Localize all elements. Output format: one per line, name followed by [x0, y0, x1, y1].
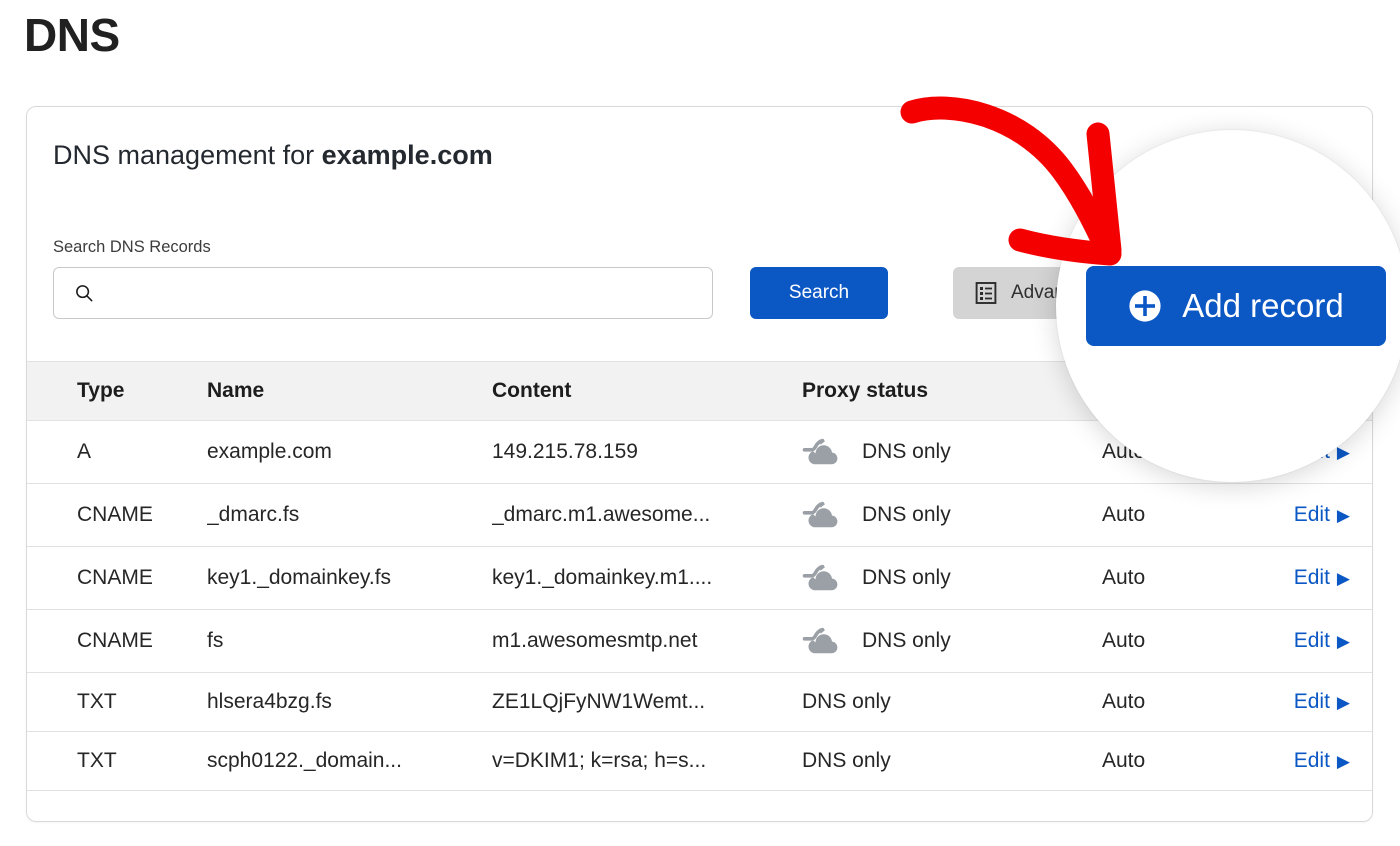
edit-link-label: Edit [1294, 503, 1330, 527]
edit-link-label: Edit [1294, 749, 1330, 773]
edit-record-link[interactable]: Edit ▶ [1294, 629, 1350, 653]
cell-content: v=DKIM1; k=rsa; h=s... [492, 732, 802, 791]
cell-actions: Edit ▶ [1267, 547, 1372, 610]
cell-content: 149.215.78.159 [492, 421, 802, 484]
proxy-status-label: DNS only [862, 629, 951, 653]
dns-page: DNS DNS management for example.com Searc… [0, 0, 1400, 846]
proxy-status-wrapper: DNS only [802, 749, 1102, 773]
cell-name: fs [207, 610, 492, 673]
cloud-dns-only-icon [802, 564, 844, 592]
proxy-status-label: DNS only [862, 503, 951, 527]
caret-right-icon: ▶ [1337, 507, 1350, 524]
cell-type: CNAME [27, 547, 207, 610]
proxy-status-wrapper: DNS only [802, 564, 1102, 592]
caret-right-icon: ▶ [1337, 444, 1350, 461]
proxy-status-wrapper: DNS only [802, 438, 1102, 466]
caret-right-icon: ▶ [1337, 633, 1350, 650]
cloud-dns-only-icon [802, 438, 844, 466]
cloud-dns-only-icon [802, 627, 844, 655]
cell-ttl: Auto [1102, 732, 1267, 791]
cell-ttl: Auto [1102, 610, 1267, 673]
cell-ttl: Auto [1102, 673, 1267, 732]
edit-link-label: Edit [1294, 690, 1330, 714]
search-input[interactable] [107, 282, 700, 304]
card-heading-prefix: DNS management for [53, 140, 322, 170]
cloud-dns-only-icon [802, 501, 844, 529]
add-record-magnified-label: Add record [1182, 287, 1343, 325]
proxy-status-label: DNS only [862, 440, 951, 464]
table-row[interactable]: TXTscph0122._domain...v=DKIM1; k=rsa; h=… [27, 732, 1372, 791]
search-button[interactable]: Search [750, 267, 888, 319]
cell-actions: Edit ▶ [1267, 673, 1372, 732]
edit-link-label: Edit [1294, 629, 1330, 653]
magnifier-bubble: Add record [1056, 130, 1400, 482]
cell-actions: Edit ▶ [1267, 732, 1372, 791]
column-header-type[interactable]: Type [27, 362, 207, 421]
cell-type: CNAME [27, 610, 207, 673]
page-title: DNS [24, 8, 120, 63]
cell-name: scph0122._domain... [207, 732, 492, 791]
search-icon [73, 282, 95, 304]
cell-name: key1._domainkey.fs [207, 547, 492, 610]
cell-type: CNAME [27, 484, 207, 547]
table-row[interactable]: CNAMEkey1._domainkey.fskey1._domainkey.m… [27, 547, 1372, 610]
column-header-content[interactable]: Content [492, 362, 802, 421]
caret-right-icon: ▶ [1337, 694, 1350, 711]
cell-proxy-status: DNS only [802, 484, 1102, 547]
cell-proxy-status: DNS only [802, 421, 1102, 484]
cell-actions: Edit ▶ [1267, 484, 1372, 547]
magnifier-lens: Add record [1074, 148, 1390, 464]
cell-type: TXT [27, 673, 207, 732]
proxy-status-label: DNS only [802, 690, 891, 714]
card-heading-domain: example.com [322, 140, 493, 170]
proxy-status-label: DNS only [862, 566, 951, 590]
cell-name: example.com [207, 421, 492, 484]
proxy-status-wrapper: DNS only [802, 501, 1102, 529]
cell-name: hlsera4bzg.fs [207, 673, 492, 732]
cell-type: A [27, 421, 207, 484]
cell-proxy-status: DNS only [802, 547, 1102, 610]
column-header-proxy-status[interactable]: Proxy status [802, 362, 1102, 421]
cell-ttl: Auto [1102, 484, 1267, 547]
table-row[interactable]: CNAMEfsm1.awesomesmtp.net DNS only Auto Edi… [27, 610, 1372, 673]
cell-content: _dmarc.m1.awesome... [492, 484, 802, 547]
card-heading: DNS management for example.com [53, 140, 493, 171]
edit-record-link[interactable]: Edit ▶ [1294, 749, 1350, 773]
search-input-wrapper[interactable] [53, 267, 713, 319]
proxy-status-label: DNS only [802, 749, 891, 773]
cell-type: TXT [27, 732, 207, 791]
edit-link-label: Edit [1294, 566, 1330, 590]
proxy-status-wrapper: DNS only [802, 627, 1102, 655]
plus-circle-icon-magnified [1128, 289, 1162, 323]
cell-content: m1.awesomesmtp.net [492, 610, 802, 673]
column-header-name[interactable]: Name [207, 362, 492, 421]
cell-content: ZE1LQjFyNW1Wemt... [492, 673, 802, 732]
edit-record-link[interactable]: Edit ▶ [1294, 503, 1350, 527]
add-record-button-magnified[interactable]: Add record [1086, 266, 1386, 346]
caret-right-icon: ▶ [1337, 570, 1350, 587]
cell-proxy-status: DNS only [802, 610, 1102, 673]
cell-actions: Edit ▶ [1267, 610, 1372, 673]
edit-record-link[interactable]: Edit ▶ [1294, 690, 1350, 714]
table-row[interactable]: CNAME_dmarc.fs_dmarc.m1.awesome... DNS on… [27, 484, 1372, 547]
caret-right-icon: ▶ [1337, 753, 1350, 770]
edit-record-link[interactable]: Edit ▶ [1294, 566, 1350, 590]
cell-content: key1._domainkey.m1.... [492, 547, 802, 610]
list-document-icon [975, 281, 997, 305]
cell-proxy-status: DNS only [802, 732, 1102, 791]
cell-proxy-status: DNS only [802, 673, 1102, 732]
table-body: Aexample.com149.215.78.159 DNS only Auto Ed… [27, 421, 1372, 791]
proxy-status-wrapper: DNS only [802, 690, 1102, 714]
cell-name: _dmarc.fs [207, 484, 492, 547]
table-row[interactable]: TXThlsera4bzg.fsZE1LQjFyNW1Wemt...DNS on… [27, 673, 1372, 732]
search-label: Search DNS Records [53, 238, 211, 257]
cell-ttl: Auto [1102, 547, 1267, 610]
